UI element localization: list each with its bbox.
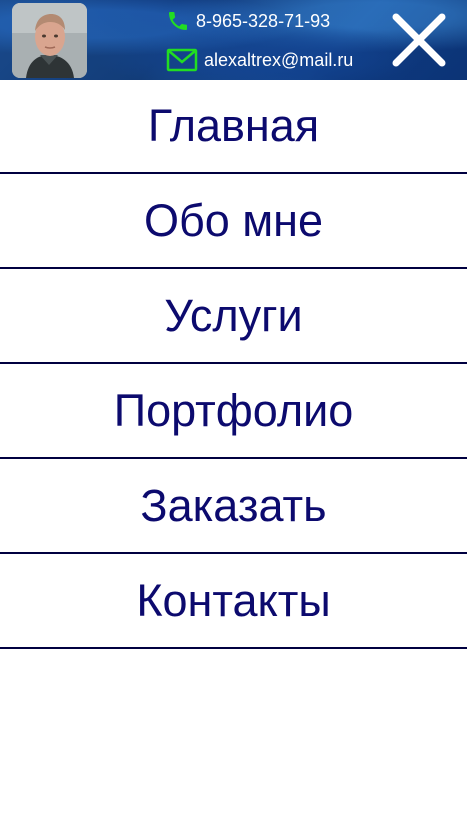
phone-icon [166, 9, 190, 33]
menu-item-order[interactable]: Заказать [0, 459, 467, 554]
email-address[interactable]: alexaltrex@mail.ru [204, 50, 353, 71]
phone-number[interactable]: 8-965-328-71-93 [196, 11, 330, 32]
avatar-image [12, 3, 87, 78]
menu-item-portfolio[interactable]: Портфолио [0, 364, 467, 459]
menu-item-contacts[interactable]: Контакты [0, 554, 467, 649]
close-icon [392, 13, 446, 67]
envelope-icon [166, 48, 198, 72]
phone-contact[interactable]: 8-965-328-71-93 [166, 6, 330, 36]
email-contact[interactable]: alexaltrex@mail.ru [166, 46, 353, 74]
navigation-menu: Главная Обо мне Услуги Портфолио Заказат… [0, 80, 467, 649]
close-button[interactable] [391, 12, 447, 68]
menu-item-about[interactable]: Обо мне [0, 174, 467, 269]
menu-item-home[interactable]: Главная [0, 80, 467, 174]
menu-item-services[interactable]: Услуги [0, 269, 467, 364]
header-bar: 8-965-328-71-93 alexaltrex@mail.ru [0, 0, 467, 80]
avatar[interactable] [12, 3, 87, 78]
